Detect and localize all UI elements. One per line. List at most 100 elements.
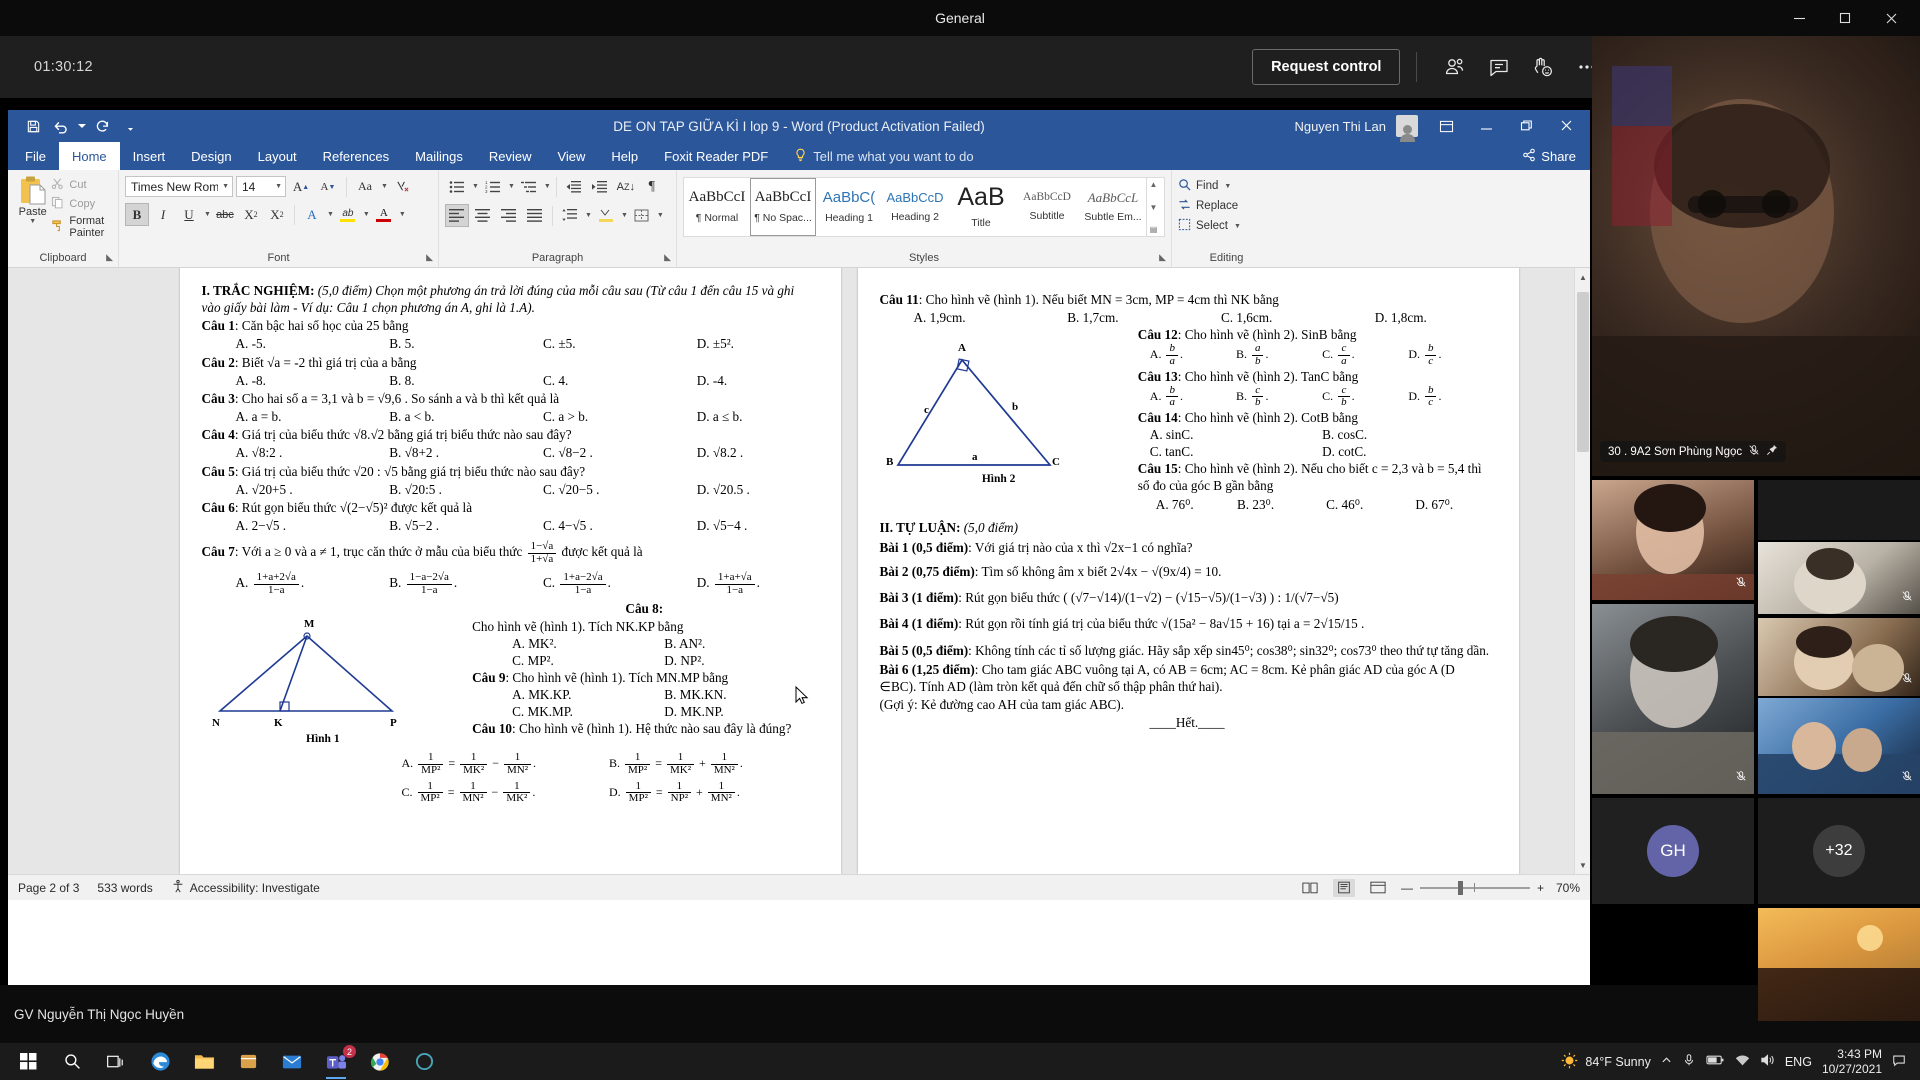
align-right-button[interactable] [497, 204, 521, 227]
task-view-icon[interactable] [94, 1043, 138, 1080]
word-count[interactable]: 533 words [97, 881, 152, 895]
font-dialog-launcher[interactable]: ◣ [426, 252, 433, 263]
underline-dropdown-icon[interactable]: ▼ [203, 211, 211, 218]
shrink-font-button[interactable]: A ▼ [316, 175, 340, 198]
italic-button[interactable]: I [151, 203, 175, 226]
video-tile-gh[interactable]: GH [1592, 798, 1754, 904]
highlight-dropdown-icon[interactable]: ▼ [362, 211, 370, 218]
cut-button[interactable]: Cut [51, 177, 112, 193]
video-tile-5[interactable] [1592, 604, 1754, 794]
copy-button[interactable]: Copy [51, 196, 112, 212]
web-layout-button[interactable] [1367, 879, 1389, 897]
shading-dropdown-icon[interactable]: ▼ [620, 212, 628, 219]
grow-font-button[interactable]: A ▲ [289, 175, 313, 198]
paragraph-dialog-launcher[interactable]: ◣ [664, 252, 671, 263]
increase-indent-button[interactable] [588, 175, 612, 198]
text-highlight-button[interactable]: ab [336, 203, 360, 226]
tab-help[interactable]: Help [598, 142, 651, 170]
styles-dialog-launcher[interactable]: ◣ [1159, 252, 1166, 263]
video-tile-main[interactable]: 30 . 9A2 Sơn Phùng Ngọc [1592, 36, 1920, 476]
tab-design[interactable]: Design [178, 142, 244, 170]
zoom-slider[interactable]: — + [1401, 880, 1544, 895]
superscript-button[interactable]: X2 [265, 203, 289, 226]
underline-button[interactable]: U [177, 203, 201, 226]
show-formatting-marks-button[interactable]: ¶ [640, 175, 664, 198]
search-icon[interactable] [50, 1043, 94, 1080]
select-button[interactable]: Select ▼ [1178, 218, 1275, 234]
bold-button[interactable]: B [125, 203, 149, 226]
video-tile-3[interactable] [1758, 480, 1920, 540]
print-layout-button[interactable] [1332, 878, 1355, 897]
change-case-dropdown-icon[interactable]: ▼ [380, 183, 388, 190]
share-button[interactable]: Share [1508, 142, 1590, 170]
style-heading-2[interactable]: AaBbCcD Heading 2 [882, 178, 948, 236]
align-left-button[interactable] [445, 204, 469, 227]
tab-references[interactable]: References [310, 142, 402, 170]
chrome-icon[interactable] [358, 1043, 402, 1080]
text-effects-dropdown-icon[interactable]: ▼ [326, 211, 334, 218]
mail-icon[interactable] [270, 1043, 314, 1080]
start-icon[interactable] [6, 1043, 50, 1080]
tray-chevron-icon[interactable] [1661, 1055, 1672, 1069]
style-no-spacing[interactable]: AaBbCcI ¶ No Spac... [750, 178, 816, 236]
style-heading-1[interactable]: AaBbC( Heading 1 [816, 178, 882, 236]
style-subtle-emphasis[interactable]: AaBbCcL Subtle Em... [1080, 178, 1146, 236]
clipboard-dialog-launcher[interactable]: ◣ [106, 252, 113, 263]
borders-button[interactable] [630, 204, 654, 227]
tab-foxit-reader-pdf[interactable]: Foxit Reader PDF [651, 142, 781, 170]
store-icon[interactable] [226, 1043, 270, 1080]
mic-tray-icon[interactable] [1682, 1053, 1696, 1070]
gallery-up-icon[interactable]: ▲ [1150, 180, 1158, 189]
document-canvas[interactable]: I. TRẮC NGHIỆM: (5,0 điểm) Chọn một phươ… [8, 268, 1590, 874]
multilevel-dropdown-icon[interactable]: ▼ [543, 183, 551, 190]
font-name-combo[interactable]: Times New Roma ▼ [125, 176, 233, 197]
find-button[interactable]: Find ▼ [1178, 178, 1275, 194]
select-dropdown-icon[interactable]: ▼ [1233, 223, 1241, 230]
decrease-indent-button[interactable] [562, 175, 586, 198]
video-tile-8[interactable] [1758, 908, 1920, 1021]
tab-mailings[interactable]: Mailings [402, 142, 476, 170]
replace-button[interactable]: Replace [1178, 198, 1275, 214]
scroll-up-icon[interactable]: ▲ [1575, 268, 1590, 286]
style-title[interactable]: AaB Title [948, 178, 1014, 236]
teams-icon[interactable]: 2 [314, 1043, 358, 1080]
volume-icon[interactable] [1760, 1053, 1775, 1070]
style-normal[interactable]: AaBbCcI ¶ Normal [684, 178, 750, 236]
align-center-button[interactable] [471, 204, 495, 227]
accessibility-status[interactable]: Accessibility: Investigate [171, 879, 320, 896]
weather-widget[interactable]: 84°F Sunny [1561, 1052, 1651, 1072]
maximize-icon[interactable] [1822, 0, 1868, 36]
line-spacing-dropdown-icon[interactable]: ▼ [584, 212, 592, 219]
tab-layout[interactable]: Layout [245, 142, 310, 170]
paste-button[interactable]: Paste ▼ [14, 173, 51, 225]
network-icon[interactable] [1735, 1054, 1750, 1070]
line-spacing-button[interactable] [558, 204, 582, 227]
style-subtitle[interactable]: AaBbCcD Subtitle [1014, 178, 1080, 236]
pin-icon-main[interactable] [1766, 444, 1778, 459]
subscript-button[interactable]: X2 [239, 203, 263, 226]
borders-dropdown-icon[interactable]: ▼ [656, 212, 664, 219]
battery-icon[interactable] [1706, 1054, 1725, 1069]
zoom-level[interactable]: 70% [1556, 881, 1580, 895]
justify-button[interactable] [523, 204, 547, 227]
gallery-more-icon[interactable]: ▤ [1150, 225, 1158, 234]
video-tile-4[interactable] [1758, 542, 1920, 614]
font-color-dropdown-icon[interactable]: ▼ [398, 211, 406, 218]
close-icon[interactable] [1868, 0, 1914, 36]
bullets-dropdown-icon[interactable]: ▼ [471, 183, 479, 190]
tab-review[interactable]: Review [476, 142, 545, 170]
multilevel-list-button[interactable] [517, 175, 541, 198]
people-icon[interactable] [1433, 47, 1477, 87]
notification-center-icon[interactable] [1892, 1053, 1906, 1070]
numbering-button[interactable]: 123 [481, 175, 505, 198]
tell-me-box[interactable]: Tell me what you want to do [781, 142, 986, 170]
edge-icon[interactable] [138, 1043, 182, 1080]
tab-home[interactable]: Home [58, 142, 120, 170]
strikethrough-button[interactable]: abc [213, 203, 237, 226]
word-close-icon[interactable] [1548, 111, 1584, 141]
video-tile-overflow[interactable]: +32 [1758, 798, 1920, 904]
word-minimize-icon[interactable] [1468, 111, 1504, 141]
word-restore-icon[interactable] [1508, 111, 1544, 141]
undo-icon[interactable] [48, 114, 74, 138]
clear-formatting-button[interactable] [391, 175, 415, 198]
